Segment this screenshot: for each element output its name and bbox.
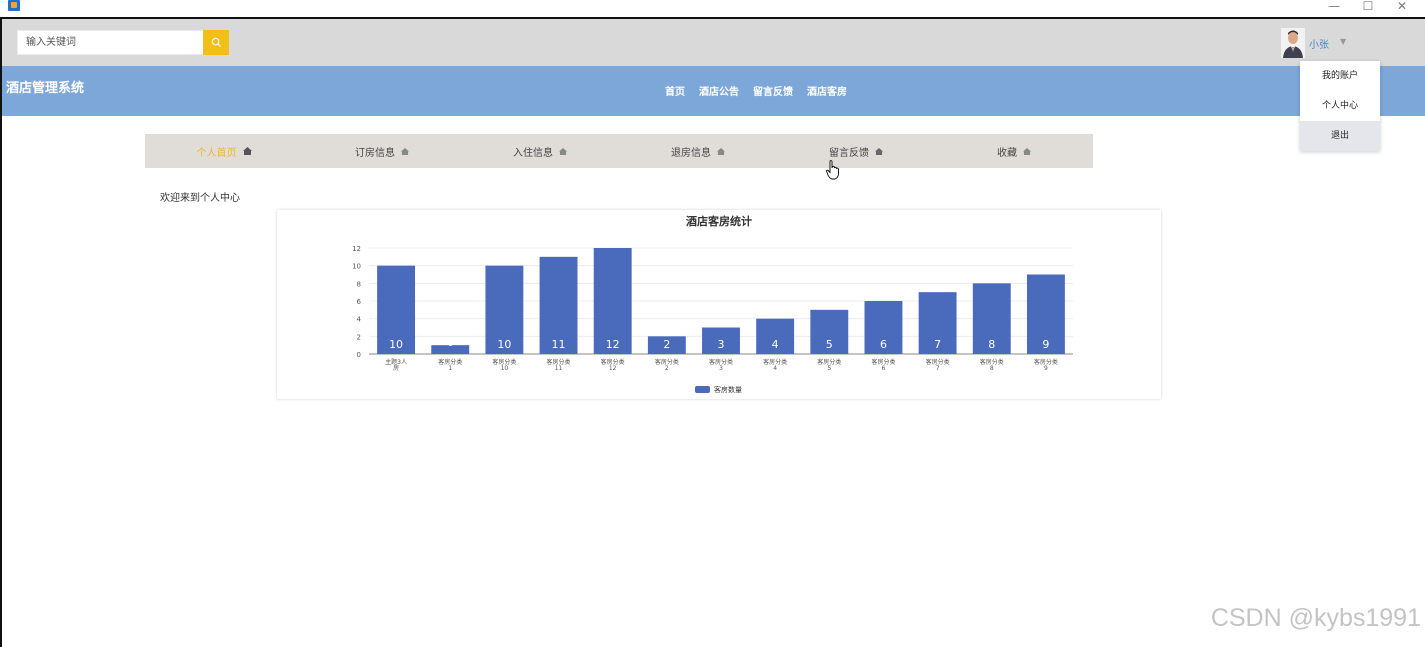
x-tick-label: 1: [448, 365, 452, 372]
nav-links: 首页 酒店公告 留言反馈 酒店客房: [665, 83, 861, 98]
chevron-down-icon[interactable]: ▼: [1340, 37, 1346, 46]
room-stats-chart-card: 酒店客房统计 0 2 4 6 8 10 12 10 主题3人房 1 客房分类 1 10 客房分类 10 11 客…: [277, 210, 1161, 399]
tab-label: 入住信息: [513, 147, 553, 159]
y-tick-label: 10: [352, 263, 361, 271]
top-bar: 小张 ▼: [2, 19, 1425, 66]
x-tick-label: 8: [990, 365, 994, 372]
search-icon: [211, 37, 221, 48]
home-icon: [242, 147, 252, 155]
home-icon: [401, 147, 409, 155]
tab-label: 退房信息: [671, 147, 711, 159]
bar-data-label: 11: [552, 338, 566, 351]
minimize-button[interactable]: —: [1317, 0, 1351, 14]
bar-data-label: 8: [988, 338, 995, 351]
home-icon: [717, 147, 725, 155]
personal-center-tabs: 个人首页 订房信息 入住信息 退房信息 留言反馈 收藏: [145, 134, 1093, 168]
bar-data-label: 4: [772, 338, 779, 351]
hand-cursor-icon: [826, 160, 839, 180]
avatar[interactable]: [1281, 28, 1305, 58]
nav-link-rooms[interactable]: 酒店客房: [807, 83, 847, 98]
x-tick-label: 房: [393, 364, 399, 372]
user-name[interactable]: 小张: [1309, 36, 1329, 51]
legend-label: 客房数量: [714, 385, 742, 394]
home-icon: [559, 147, 567, 155]
bar-data-label: 2: [663, 338, 670, 351]
y-tick-label: 12: [352, 245, 361, 253]
x-tick-label: 2: [665, 365, 669, 372]
bar-data-label: 7: [934, 338, 941, 351]
tab-personal-home[interactable]: 个人首页: [145, 134, 303, 168]
tab-label: 订房信息: [355, 147, 395, 159]
menu-item-my-account[interactable]: 我的账户: [1300, 61, 1380, 91]
nav-link-announcements[interactable]: 酒店公告: [699, 83, 739, 98]
x-tick-label: 10: [501, 365, 509, 372]
x-tick-label: 3: [719, 365, 723, 372]
close-button[interactable]: ✕: [1385, 0, 1419, 14]
home-icon: [1023, 147, 1031, 155]
bar-data-label: 9: [1042, 338, 1049, 351]
user-dropdown-menu: 我的账户 个人中心 退出: [1300, 61, 1380, 151]
x-tick-label: 6: [882, 365, 886, 372]
nav-link-feedback[interactable]: 留言反馈: [753, 83, 793, 98]
y-tick-label: 0: [357, 351, 361, 359]
search-input[interactable]: [18, 31, 203, 54]
x-tick-label: 9: [1044, 365, 1048, 372]
tab-checkout-info[interactable]: 退房信息: [619, 134, 777, 168]
bar-data-label: 10: [497, 338, 511, 351]
y-tick-label: 6: [357, 298, 362, 306]
bar-data-label: 12: [606, 338, 620, 351]
app-icon: [8, 0, 20, 11]
bar-data-label: 6: [880, 338, 887, 351]
bar-data-label: 5: [826, 338, 833, 351]
x-tick-label: 4: [773, 365, 777, 372]
window-titlebar: — ☐ ✕: [0, 0, 1425, 17]
tab-label: 收藏: [997, 147, 1017, 159]
main-navbar: 酒店管理系统 首页 酒店公告 留言反馈 酒店客房: [2, 66, 1425, 116]
window-controls: — ☐ ✕: [1317, 0, 1419, 14]
tab-booking-info[interactable]: 订房信息: [303, 134, 461, 168]
y-tick-label: 4: [357, 316, 362, 324]
home-icon: [875, 147, 883, 155]
tab-label: 留言反馈: [829, 147, 869, 159]
tab-label: 个人首页: [196, 147, 237, 159]
tab-checkin-info[interactable]: 入住信息: [461, 134, 619, 168]
x-tick-label: 7: [936, 365, 940, 372]
menu-item-personal-center[interactable]: 个人中心: [1300, 91, 1380, 121]
bar-data-label: 3: [718, 338, 725, 351]
search-box: [17, 30, 204, 55]
legend-swatch: [695, 386, 710, 393]
tab-feedback[interactable]: 留言反馈: [777, 134, 935, 168]
x-tick-label: 12: [609, 365, 617, 372]
search-button[interactable]: [203, 30, 229, 55]
welcome-text: 欢迎来到个人中心: [160, 193, 240, 204]
tab-favorites[interactable]: 收藏: [935, 134, 1093, 168]
csdn-watermark: CSDN @kybs1991: [1210, 604, 1421, 632]
y-tick-label: 2: [357, 333, 361, 341]
room-stats-chart: 02468101210主题3人房1客房分类110客房分类1011客房分类1112…: [352, 245, 1073, 394]
y-tick-label: 8: [357, 280, 361, 288]
x-tick-label: 5: [827, 365, 831, 372]
brand-title: 酒店管理系统: [6, 81, 85, 96]
x-tick-label: 11: [555, 365, 563, 372]
nav-link-home[interactable]: 首页: [665, 83, 685, 98]
maximize-button[interactable]: ☐: [1351, 0, 1385, 14]
bar-data-label: 10: [389, 338, 403, 351]
menu-item-logout[interactable]: 退出: [1300, 121, 1380, 151]
bar-data-label: 1: [448, 340, 452, 348]
